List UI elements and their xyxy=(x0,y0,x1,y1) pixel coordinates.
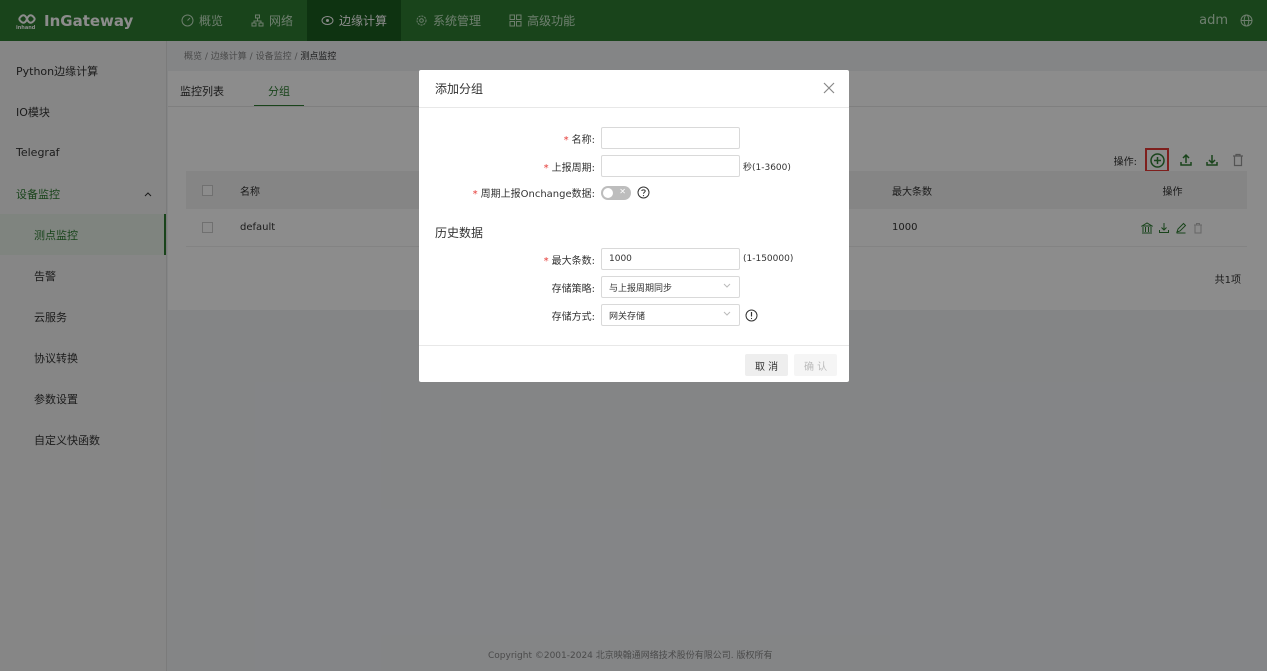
max-suffix: (1-150000) xyxy=(743,254,794,264)
onchange-toggle[interactable]: ✕ xyxy=(601,185,631,200)
history-section-title: 历史数据 xyxy=(435,226,484,240)
chevron-down-icon xyxy=(723,283,731,288)
dialog-title: 添加分组 xyxy=(435,82,484,96)
close-icon[interactable] xyxy=(823,82,835,94)
name-row: * 名称: xyxy=(431,127,740,149)
toggle-off-icon: ✕ xyxy=(619,186,626,196)
max-row: * 最大条数: 1000 (1-150000) xyxy=(431,248,793,270)
max-records-input[interactable]: 1000 xyxy=(601,248,740,270)
group-name-input[interactable] xyxy=(601,127,740,149)
dialog-header: 添加分组 xyxy=(419,70,849,108)
cancel-button[interactable]: 取 消 xyxy=(745,354,789,376)
help-icon[interactable] xyxy=(637,186,650,199)
period-suffix: 秒(1-3600) xyxy=(743,162,791,173)
dialog-footer: 取 消 确 认 xyxy=(419,345,849,382)
add-group-dialog: 添加分组 * 名称: * 上报周期: 秒(1-3600) * 周期上报Onchange… xyxy=(419,70,849,382)
chevron-down-icon xyxy=(723,311,731,316)
method-row: 存储方式: 网关存储 xyxy=(431,304,758,326)
info-icon[interactable] xyxy=(745,309,758,322)
confirm-button[interactable]: 确 认 xyxy=(794,354,838,376)
period-row: * 上报周期: 秒(1-3600) xyxy=(431,155,791,177)
onchange-row: * 周期上报Onchange数据: ✕ xyxy=(431,185,650,200)
storage-method-select[interactable]: 网关存储 xyxy=(601,304,740,326)
storage-strategy-select[interactable]: 与上报周期同步 xyxy=(601,276,740,298)
strategy-row: 存储策略: 与上报周期同步 xyxy=(431,276,740,298)
report-period-input[interactable] xyxy=(601,155,740,177)
